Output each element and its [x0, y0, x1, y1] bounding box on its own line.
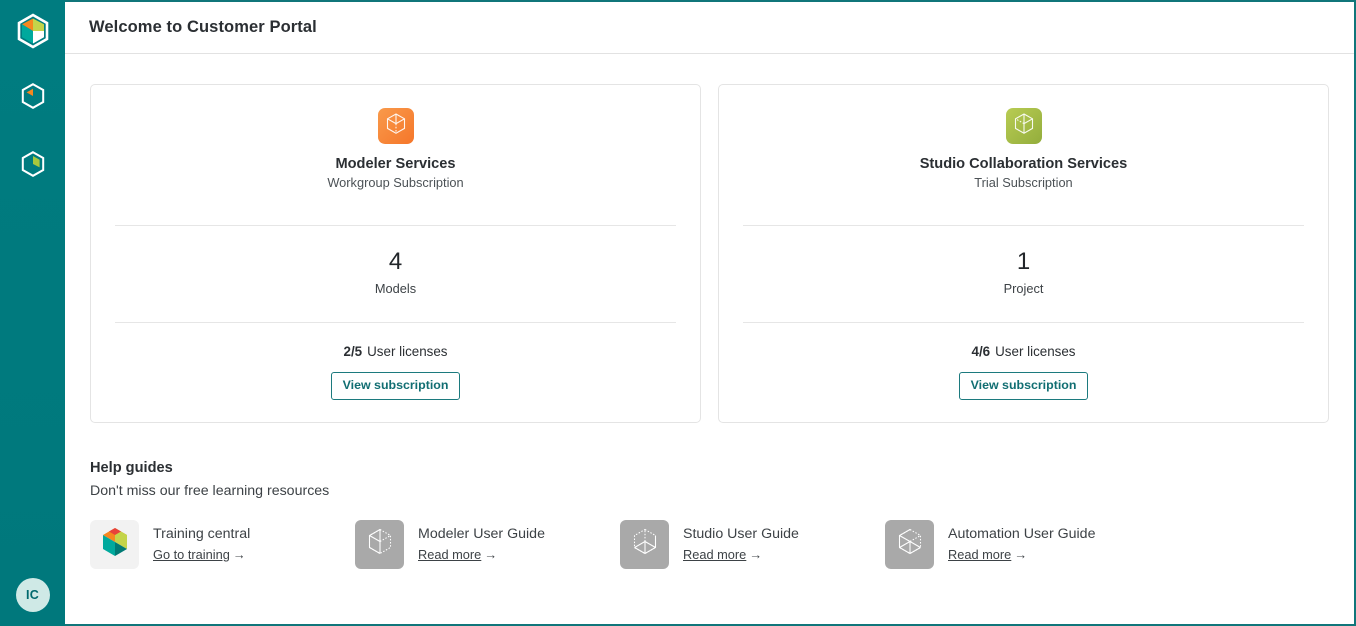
cube-green-segment-icon [18, 149, 48, 184]
card-divider-top [115, 225, 676, 226]
license-used: 4 [971, 344, 979, 360]
card-icon-studio [1005, 108, 1042, 144]
card-divider-bottom [115, 322, 676, 324]
card-subtitle: Trial Subscription [974, 175, 1073, 190]
license-label: User licenses [995, 344, 1076, 360]
subscription-card-modeler: Modeler Services Workgroup Subscription … [90, 84, 701, 423]
help-guides-title: Help guides [90, 459, 173, 476]
license-label: User licenses [367, 344, 448, 360]
help-guides-section: Help guides Don't miss our free learning… [90, 460, 1329, 569]
main-area: Welcome to Customer Portal Modeler Servi… [65, 0, 1356, 626]
guide-link-label: Read more [948, 547, 1012, 562]
metric-value: 1 [1016, 248, 1031, 275]
arrow-right-icon: → [232, 547, 246, 562]
wireframe-cube-icon [628, 525, 662, 564]
sidebar-footer: IC [15, 578, 50, 612]
sidebar-nav [0, 78, 65, 186]
guide-name: Automation User Guide [948, 525, 1096, 542]
card-title: Studio Collaboration Services [919, 156, 1128, 172]
license-total: 5 [354, 344, 363, 360]
guide-item-studio-user-guide[interactable]: Studio User Guide Read more → [620, 519, 885, 569]
guide-item-modeler-user-guide[interactable]: Modeler User Guide Read more → [355, 519, 620, 569]
wireframe-cube-icon [363, 525, 397, 564]
guide-name: Studio User Guide [683, 525, 799, 542]
topbar: Welcome to Customer Portal [65, 2, 1354, 54]
help-guides-subtitle: Don't miss our free learning resources [90, 482, 330, 499]
wireframe-cube-icon [893, 525, 927, 564]
license-total: 6 [982, 344, 991, 360]
sidebar-item-studio[interactable] [13, 146, 53, 186]
card-title: Modeler Services [335, 156, 456, 172]
card-divider-top [743, 225, 1304, 226]
cube-orange-segment-icon [18, 81, 48, 116]
guide-text: Studio User Guide Read more → [683, 525, 799, 564]
help-guides-list: Training central Go to training → Modele… [90, 519, 1329, 569]
guide-link[interactable]: Read more → [418, 547, 545, 564]
license-used: 2 [343, 344, 351, 360]
view-subscription-button[interactable]: View subscription [330, 372, 461, 400]
card-metric: 1 Project [1004, 249, 1044, 296]
license-usage: 2/5 User licenses [343, 344, 447, 359]
guide-link-label: Read more [683, 547, 747, 562]
app-logo-icon [13, 11, 53, 56]
arrow-right-icon: → [484, 547, 498, 562]
guide-link-label: Read more [418, 547, 482, 562]
card-metric: 4 Models [375, 249, 416, 296]
guide-icon-studio-user-guide [620, 519, 669, 569]
avatar[interactable]: IC [15, 578, 50, 612]
colored-cube-icon [96, 523, 134, 566]
subscription-card-studio: Studio Collaboration Services Trial Subs… [718, 84, 1329, 423]
license-usage: 4/6 User licenses [971, 344, 1075, 359]
sidebar-item-modeler[interactable] [13, 78, 53, 118]
guide-item-automation-user-guide[interactable]: Automation User Guide Read more → [885, 519, 1150, 569]
wireframe-cube-icon [1011, 111, 1037, 142]
guide-text: Training central Go to training → [153, 525, 250, 564]
guide-link[interactable]: Go to training → [153, 547, 250, 564]
guide-icon-automation-user-guide [885, 519, 934, 569]
page-title: Welcome to Customer Portal [89, 18, 317, 36]
app-root: IC Welcome to Customer Portal Modeler Se… [0, 0, 1356, 626]
guide-icon-training-central [90, 519, 139, 569]
guide-icon-modeler-user-guide [355, 519, 404, 569]
card-divider-bottom [743, 322, 1304, 324]
wireframe-cube-icon [383, 111, 409, 142]
guide-link[interactable]: Read more → [683, 547, 799, 564]
metric-value: 4 [388, 248, 403, 275]
view-subscription-button[interactable]: View subscription [958, 372, 1089, 400]
guide-link[interactable]: Read more → [948, 547, 1095, 564]
metric-label: Project [1003, 281, 1044, 297]
sidebar: IC [0, 0, 65, 626]
guide-name: Modeler User Guide [418, 525, 545, 542]
arrow-right-icon: → [1014, 547, 1028, 562]
metric-label: Models [374, 281, 417, 297]
subscription-cards: Modeler Services Workgroup Subscription … [90, 84, 1329, 423]
guide-text: Automation User Guide Read more → [948, 525, 1095, 564]
guide-text: Modeler User Guide Read more → [418, 525, 545, 564]
content-area: Modeler Services Workgroup Subscription … [65, 54, 1354, 624]
card-icon-modeler [377, 108, 414, 144]
guide-item-training-central[interactable]: Training central Go to training → [90, 519, 355, 569]
guide-link-label: Go to training [153, 547, 230, 562]
guide-name: Training central [153, 525, 251, 542]
card-subtitle: Workgroup Subscription [327, 175, 464, 190]
app-logo-button[interactable] [11, 11, 55, 55]
arrow-right-icon: → [749, 547, 763, 562]
